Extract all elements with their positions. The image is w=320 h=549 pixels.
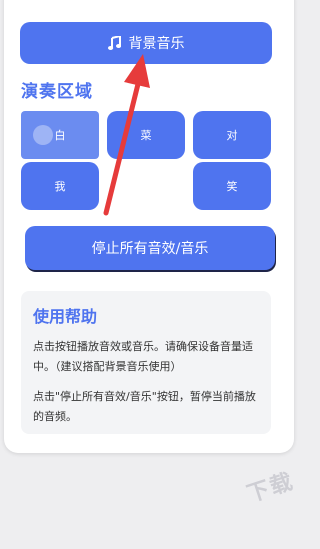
touch-ripple <box>33 125 53 145</box>
help-paragraph: 点击按钮播放音效或音乐。请确保设备音量适中。（建议搭配背景音乐使用） <box>33 340 253 373</box>
stop-all-button[interactable]: 停止所有音效/音乐 <box>25 226 275 270</box>
pad-label: 我 <box>54 180 66 193</box>
pad-label: 笑 <box>226 180 238 193</box>
pad-dui[interactable]: 对 <box>193 111 271 159</box>
stop-all-label: 停止所有音效/音乐 <box>91 241 209 257</box>
pad-label: 白 <box>54 129 66 142</box>
background-music-label: 背景音乐 <box>128 36 185 52</box>
help-panel: 使用帮助 点击按钮播放音效或音乐。请确保设备音量适中。（建议搭配背景音乐使用） … <box>21 291 271 434</box>
music-note-icon <box>107 36 121 50</box>
help-title: 使用帮助 <box>33 307 98 326</box>
pad-cai[interactable]: 菜 <box>107 111 185 159</box>
pad-xiao[interactable]: 笑 <box>193 162 271 210</box>
pad-label: 对 <box>226 129 238 142</box>
background-music-button[interactable]: 背景音乐 <box>20 22 272 64</box>
help-paragraph: 点击"停止所有音效/音乐"按钮，暂停当前播放的音频。 <box>33 390 256 423</box>
section-title: 演奏区域 <box>21 82 93 102</box>
pad-bai[interactable]: 白 <box>21 111 99 159</box>
watermark: 下载 <box>244 469 298 508</box>
pad-label: 菜 <box>140 129 152 142</box>
pad-wo[interactable]: 我 <box>21 162 99 210</box>
